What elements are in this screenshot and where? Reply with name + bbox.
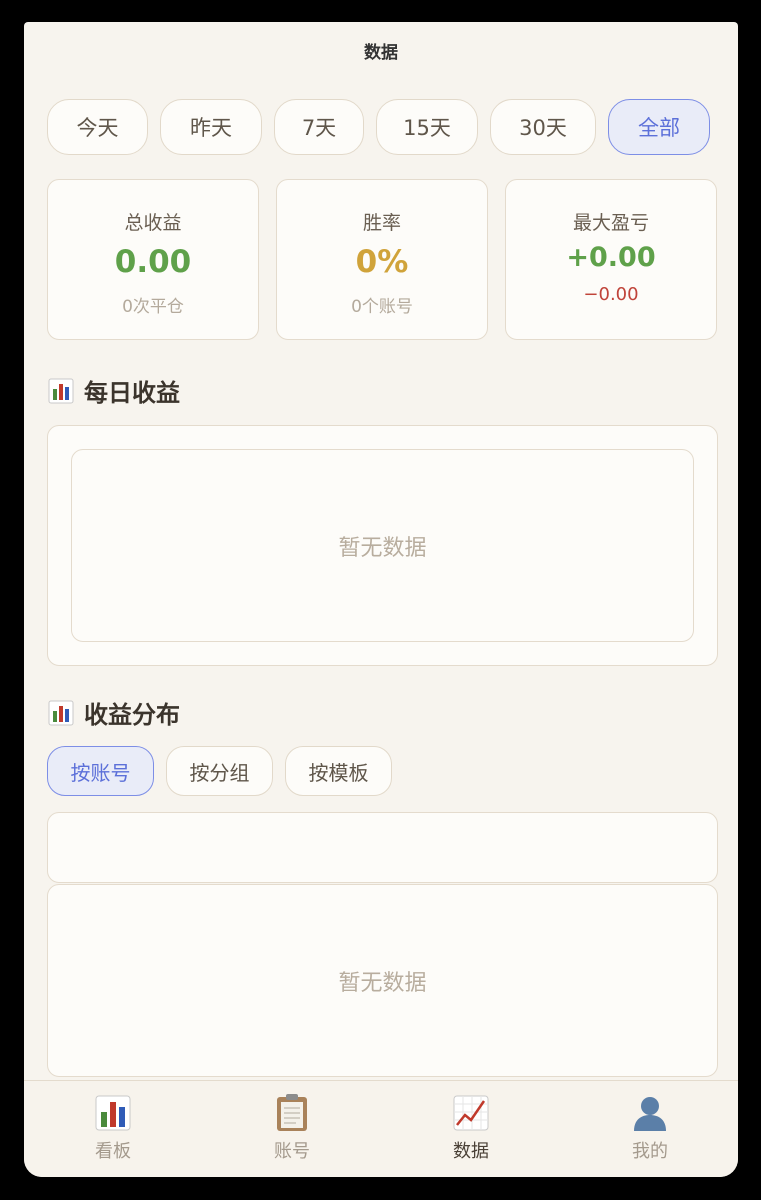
trend-chart-icon <box>453 1095 489 1131</box>
range-all-button[interactable]: 全部 <box>608 99 710 155</box>
tab-profile[interactable]: 我的 <box>561 1081 738 1177</box>
user-silhouette-icon <box>634 1097 666 1131</box>
tab-data-label: 数据 <box>453 1141 489 1162</box>
total-profit-label: 总收益 <box>124 212 182 234</box>
max-pl-card: 最大盈亏 +0.00 −0.00 <box>505 179 717 340</box>
range-30days-button[interactable]: 30天 <box>490 99 596 155</box>
bar-chart-icon <box>48 700 74 725</box>
daily-profit-chart-card: 暂无数据 <box>47 425 718 666</box>
range-yesterday-button[interactable]: 昨天 <box>160 99 262 155</box>
daily-profit-empty-state: 暂无数据 <box>71 449 694 642</box>
clipboard-icon <box>277 1094 307 1131</box>
total-profit-value: 0.00 <box>114 244 192 280</box>
tab-profile-label: 我的 <box>632 1141 668 1162</box>
range-7days-button[interactable]: 7天 <box>274 99 364 155</box>
win-rate-card: 胜率 0% 0个账号 <box>276 179 488 340</box>
app-screen: 数据 今天 昨天 7天 15天 30天 全部 总收益 0.00 0次平仓 胜率 … <box>24 22 738 1177</box>
date-range-tabs: 今天 昨天 7天 15天 30天 全部 <box>47 99 710 155</box>
daily-profit-title: 每日收益 <box>84 379 180 407</box>
profit-distribution-title: 收益分布 <box>84 701 180 729</box>
account-count: 0个账号 <box>351 297 413 317</box>
distribution-chart-card: 暂无数据 <box>47 884 718 1077</box>
tab-accounts-label: 账号 <box>274 1141 310 1162</box>
win-rate-label: 胜率 <box>362 212 401 234</box>
tab-accounts[interactable]: 账号 <box>203 1081 381 1177</box>
group-by-template-button[interactable]: 按模板 <box>285 746 392 796</box>
page-title: 数据 <box>364 42 398 63</box>
max-profit-value: +0.00 <box>566 242 656 273</box>
tab-dashboard[interactable]: 看板 <box>24 1081 202 1177</box>
group-by-group-button[interactable]: 按分组 <box>166 746 273 796</box>
profit-distribution-heading: 收益分布 <box>48 695 180 730</box>
tab-data[interactable]: 数据 <box>382 1081 560 1177</box>
tab-dashboard-label: 看板 <box>95 1141 131 1162</box>
total-profit-card: 总收益 0.00 0次平仓 <box>47 179 259 340</box>
distribution-empty-state: 暂无数据 <box>338 970 427 996</box>
closed-trades-count: 0次平仓 <box>122 297 184 317</box>
range-15days-button[interactable]: 15天 <box>376 99 478 155</box>
win-rate-value: 0% <box>355 244 409 280</box>
distribution-summary-card <box>47 812 718 883</box>
range-today-button[interactable]: 今天 <box>47 99 148 155</box>
bar-chart-icon <box>95 1095 131 1131</box>
bottom-tab-bar: 看板 账号 数据 我的 <box>24 1080 738 1177</box>
bar-chart-icon <box>48 378 74 403</box>
max-pl-label: 最大盈亏 <box>572 212 649 234</box>
daily-profit-heading: 每日收益 <box>48 373 180 408</box>
max-loss-value: −0.00 <box>583 284 639 305</box>
group-by-account-button[interactable]: 按账号 <box>47 746 154 796</box>
